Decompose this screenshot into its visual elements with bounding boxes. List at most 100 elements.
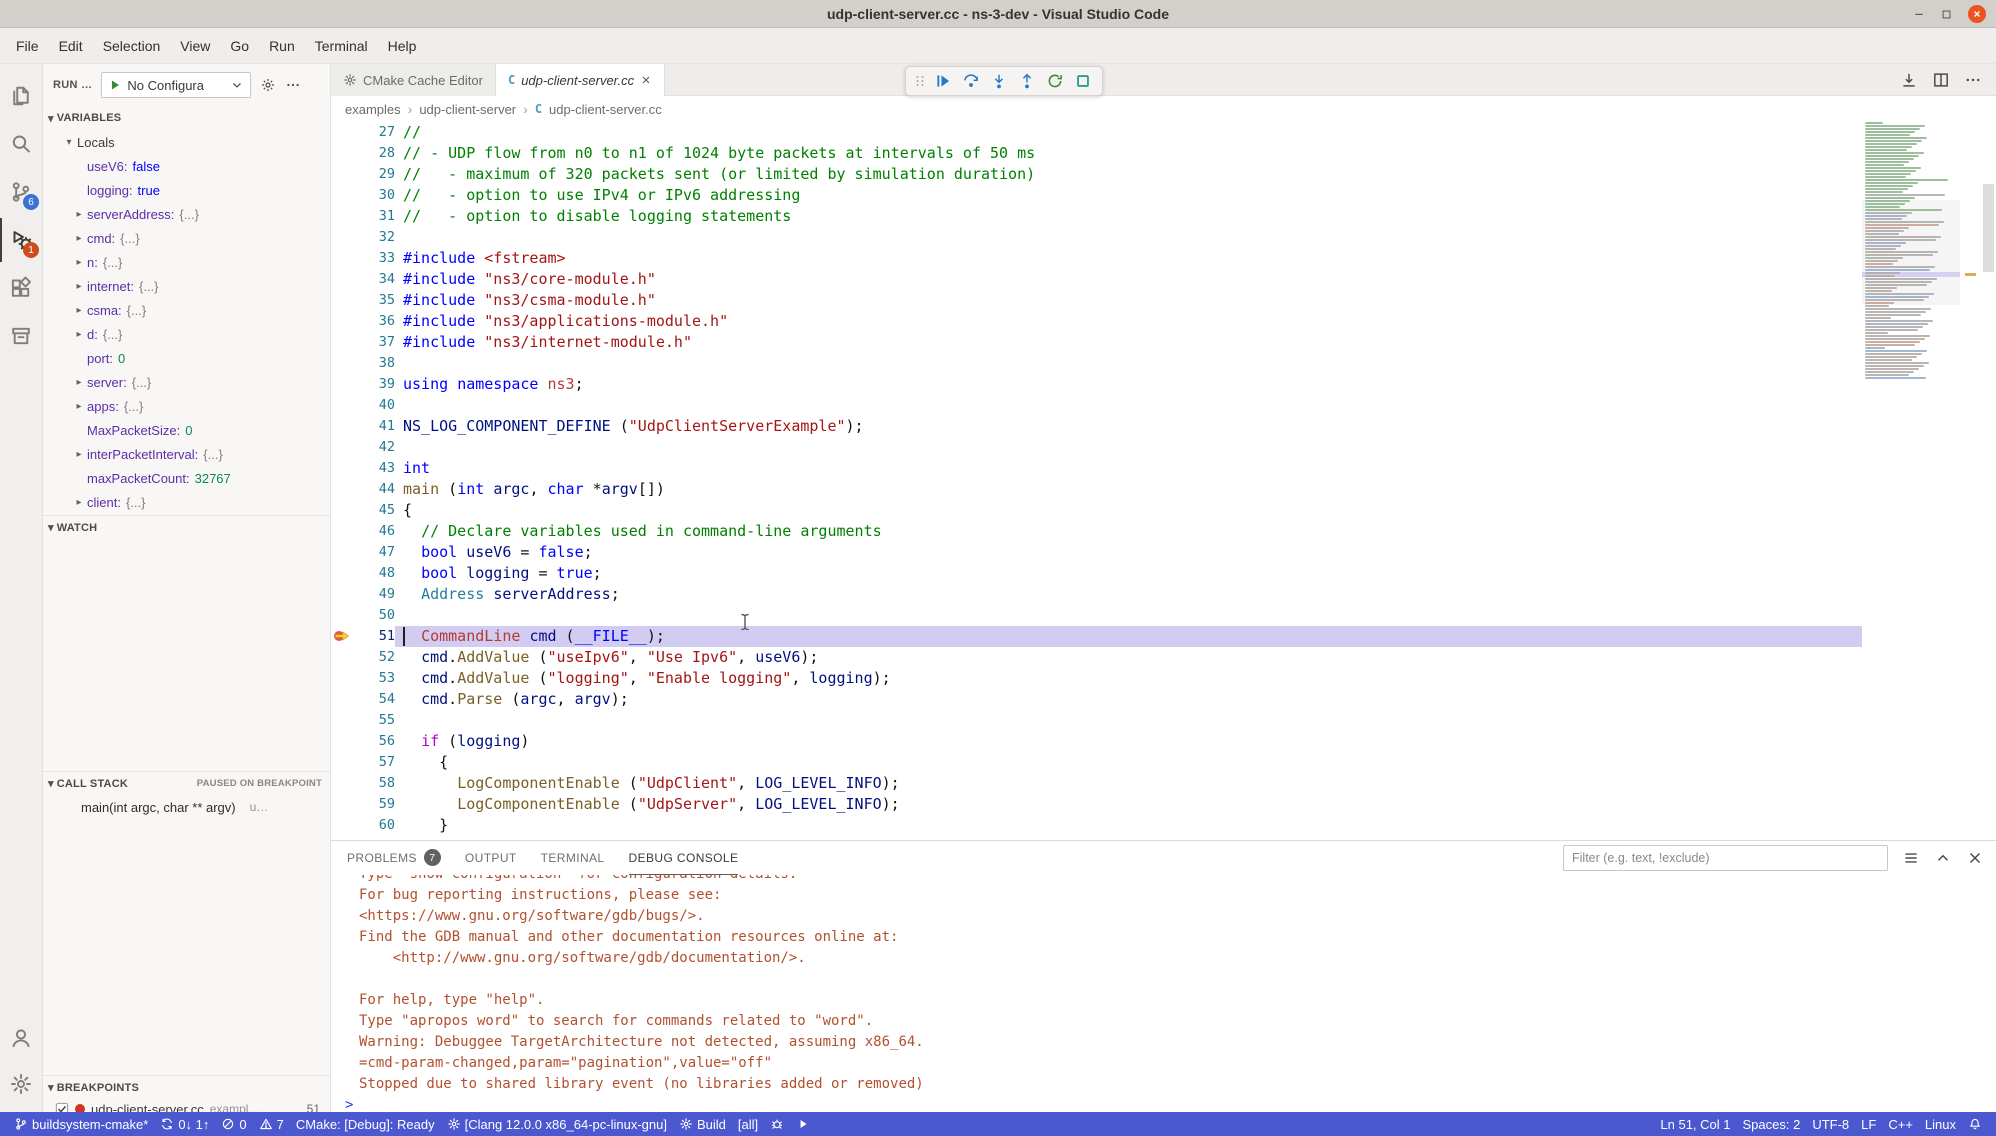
code-text[interactable]: CommandLine cmd (__FILE__); [395, 626, 1862, 647]
encoding-status[interactable]: UTF-8 [1806, 1112, 1855, 1136]
code-text[interactable]: { [395, 752, 1862, 773]
git-sync-status[interactable]: 0↓ 1↑ [154, 1112, 215, 1136]
gutter-glyph[interactable] [331, 227, 353, 248]
line-number[interactable]: 41 [353, 416, 395, 437]
line-number[interactable]: 60 [353, 815, 395, 836]
maximize-panel-icon[interactable] [1934, 849, 1952, 867]
panel-tab-problems[interactable]: PROBLEMS7 [347, 841, 441, 875]
line-number[interactable]: 33 [353, 248, 395, 269]
gutter-glyph[interactable] [331, 143, 353, 164]
line-number[interactable]: 39 [353, 374, 395, 395]
line-number[interactable]: 27 [353, 122, 395, 143]
stack-frame-row[interactable]: main(int argc, char ** argv) u… [43, 795, 330, 819]
restart-icon[interactable] [1042, 68, 1068, 94]
source-control-activity-item[interactable]: 6 [0, 170, 42, 214]
gear-icon[interactable] [260, 77, 276, 93]
start-debug-icon[interactable] [108, 78, 122, 92]
minimize-icon[interactable] [1913, 8, 1925, 20]
line-number[interactable]: 37 [353, 332, 395, 353]
gutter-glyph[interactable] [331, 458, 353, 479]
line-number[interactable]: 56 [353, 731, 395, 752]
code-text[interactable]: // Declare variables used in command-lin… [395, 521, 1862, 542]
variable-row[interactable]: ▸internet:{...} [43, 274, 330, 298]
gutter-glyph[interactable] [331, 689, 353, 710]
callstack-section-header[interactable]: ▾ CALL STACK PAUSED ON BREAKPOINT [43, 771, 330, 795]
step-into-icon[interactable] [986, 68, 1012, 94]
line-number[interactable]: 50 [353, 605, 395, 626]
gutter-glyph[interactable] [331, 731, 353, 752]
code-text[interactable]: #include "ns3/applications-module.h" [395, 311, 1862, 332]
breakpoints-section-header[interactable]: ▾ BREAKPOINTS [43, 1075, 330, 1099]
gutter-glyph[interactable] [331, 185, 353, 206]
variable-row[interactable]: ▸cmd:{...} [43, 226, 330, 250]
variable-row[interactable]: ▸interPacketInterval:{...} [43, 442, 330, 466]
menu-help[interactable]: Help [378, 33, 427, 59]
code-text[interactable]: cmd.AddValue ("logging", "Enable logging… [395, 668, 1862, 689]
problems-warnings[interactable]: 7 [253, 1112, 290, 1136]
panel-tab-terminal[interactable]: TERMINAL [541, 841, 605, 875]
menu-file[interactable]: File [6, 33, 49, 59]
gutter-glyph[interactable] [331, 374, 353, 395]
line-number[interactable]: 49 [353, 584, 395, 605]
code-text[interactable]: bool logging = true; [395, 563, 1862, 584]
tab-cmake-cache-editor[interactable]: CMake Cache Editor [331, 64, 496, 96]
variable-row[interactable]: ▸serverAddress:{...} [43, 202, 330, 226]
step-out-icon[interactable] [1014, 68, 1040, 94]
line-number[interactable]: 53 [353, 668, 395, 689]
code-text[interactable]: } [395, 815, 1862, 836]
continue-icon[interactable] [930, 68, 956, 94]
variable-row[interactable]: logging:true [43, 178, 330, 202]
gutter-glyph[interactable] [331, 668, 353, 689]
line-number[interactable]: 54 [353, 689, 395, 710]
current-line-breakpoint-arrow[interactable] [331, 626, 353, 647]
line-number[interactable]: 31 [353, 206, 395, 227]
line-number[interactable]: 52 [353, 647, 395, 668]
drag-handle-icon[interactable] [912, 73, 928, 89]
gutter-glyph[interactable] [331, 122, 353, 143]
more-actions-icon[interactable] [1964, 71, 1982, 89]
line-number[interactable]: 38 [353, 353, 395, 374]
gutter-glyph[interactable] [331, 395, 353, 416]
line-number[interactable]: 34 [353, 269, 395, 290]
variable-row[interactable]: ▸csma:{...} [43, 298, 330, 322]
gutter-glyph[interactable] [331, 164, 353, 185]
line-number[interactable]: 42 [353, 437, 395, 458]
explorer-activity-item[interactable] [0, 74, 42, 118]
watch-section-header[interactable]: ▾ WATCH [43, 515, 330, 539]
download-icon[interactable] [1900, 71, 1918, 89]
variable-row[interactable]: MaxPacketSize:0 [43, 418, 330, 442]
gutter-glyph[interactable] [331, 752, 353, 773]
gutter-glyph[interactable] [331, 479, 353, 500]
close-tab-icon[interactable] [640, 74, 652, 86]
line-number[interactable]: 43 [353, 458, 395, 479]
variable-row[interactable]: ▸server:{...} [43, 370, 330, 394]
line-number[interactable]: 44 [353, 479, 395, 500]
code-text[interactable]: cmd.AddValue ("useIpv6", "Use Ipv6", use… [395, 647, 1862, 668]
code-text[interactable]: NS_LOG_COMPONENT_DEFINE ("UdpClientServe… [395, 416, 1862, 437]
notifications-bell[interactable] [1962, 1112, 1988, 1136]
gutter-glyph[interactable] [331, 500, 353, 521]
cmake-debug-button[interactable] [764, 1112, 790, 1136]
line-number[interactable]: 30 [353, 185, 395, 206]
gutter-glyph[interactable] [331, 353, 353, 374]
gutter-glyph[interactable] [331, 416, 353, 437]
line-number[interactable]: 55 [353, 710, 395, 731]
gutter-glyph[interactable] [331, 269, 353, 290]
menu-terminal[interactable]: Terminal [305, 33, 378, 59]
menu-view[interactable]: View [170, 33, 220, 59]
code-text[interactable]: LogComponentEnable ("UdpServer", LOG_LEV… [395, 794, 1862, 815]
code-text[interactable]: // - option to use IPv4 or IPv6 addressi… [395, 185, 1862, 206]
account-activity-item[interactable] [0, 1016, 42, 1060]
line-number[interactable]: 48 [353, 563, 395, 584]
cmake-build-button[interactable]: Build [673, 1112, 732, 1136]
gutter-glyph[interactable] [331, 647, 353, 668]
line-number[interactable]: 57 [353, 752, 395, 773]
cmake-target-status[interactable]: [all] [732, 1112, 764, 1136]
line-number[interactable]: 59 [353, 794, 395, 815]
variable-row[interactable]: maxPacketCount:32767 [43, 466, 330, 490]
code-text[interactable] [395, 227, 1862, 248]
line-number[interactable]: 46 [353, 521, 395, 542]
minimap[interactable] [1862, 122, 1960, 840]
line-number[interactable]: 29 [353, 164, 395, 185]
menu-run[interactable]: Run [259, 33, 305, 59]
